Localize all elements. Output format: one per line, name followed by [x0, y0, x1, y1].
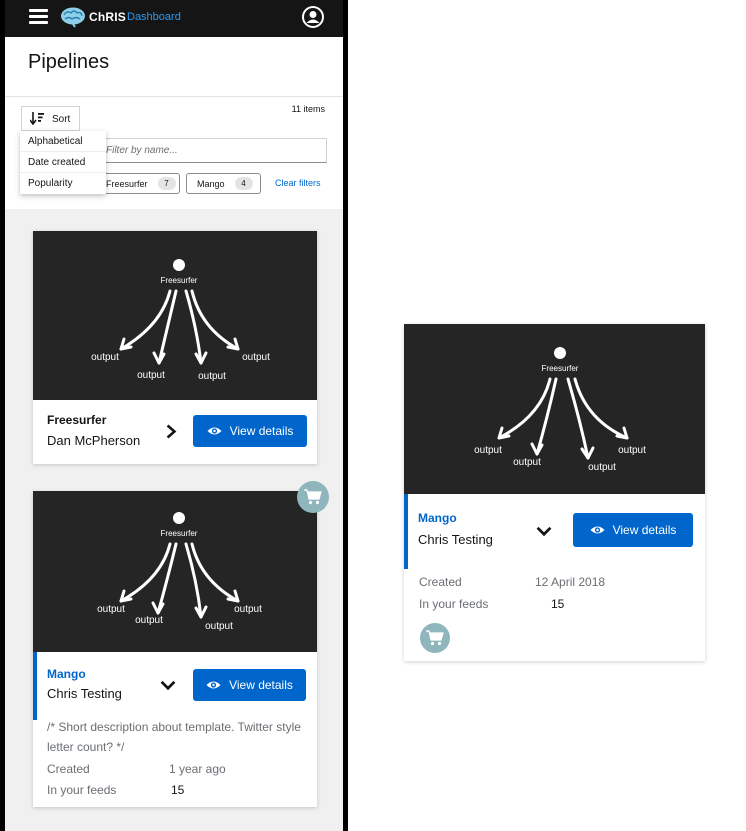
shopping-cart-icon [304, 489, 322, 505]
shopping-cart-icon [426, 630, 444, 646]
view-details-label: View details [612, 523, 677, 537]
cart-badge-button[interactable] [420, 623, 450, 653]
view-details-label: View details [229, 424, 294, 438]
output-label: output [135, 615, 163, 626]
output-label: output [618, 445, 646, 456]
chip-label: Freesurfer [106, 178, 148, 189]
page-header: Pipelines [5, 37, 343, 97]
root-node-label: Freesurfer [161, 529, 198, 538]
pipeline-graph-drawing: Freesurfer output output output output [91, 259, 270, 382]
output-label: output [242, 352, 270, 363]
output-label: output [513, 457, 541, 468]
view-details-button[interactable]: View details [193, 669, 306, 701]
sort-dropdown-menu: Alphabetical Date created Popularity [20, 131, 106, 194]
eye-icon [207, 427, 222, 435]
output-label: output [137, 370, 165, 381]
feeds-label: In your feeds [419, 597, 489, 611]
created-label: Created [419, 575, 462, 589]
eye-icon [590, 526, 605, 534]
card-title: Mango [418, 511, 457, 525]
user-avatar-icon[interactable] [301, 5, 325, 29]
brain-logo-icon [61, 7, 85, 28]
cart-badge-button[interactable] [297, 481, 329, 513]
sort-option-alphabetical[interactable]: Alphabetical [20, 131, 106, 152]
card-author: Dan McPherson [47, 433, 141, 448]
card-title: Freesurfer [47, 413, 107, 427]
sort-option-popularity[interactable]: Popularity [20, 173, 106, 194]
sort-amount-icon [30, 112, 44, 125]
output-label: output [234, 604, 262, 615]
feeds-value: 15 [551, 597, 565, 611]
pipeline-graph-drawing: Freesurfer output output output output [97, 512, 262, 632]
output-label: output [474, 445, 502, 456]
root-node-label: Freesurfer [161, 276, 198, 285]
chevron-down-icon[interactable] [535, 526, 553, 537]
pipeline-detail-card: Freesurfer output output output output M… [404, 324, 705, 661]
sort-option-date-created[interactable]: Date created [20, 152, 106, 173]
brand-name: ChRIS [89, 10, 126, 24]
output-label: output [588, 462, 616, 473]
brand-section: Dashboard [127, 11, 181, 23]
hamburger-menu-icon[interactable] [29, 9, 48, 25]
phone-frame: ChRIS Dashboard Pipelines Sort 11 items … [0, 0, 348, 831]
chevron-down-icon[interactable] [159, 680, 177, 691]
card-author: Chris Testing [47, 686, 122, 701]
chip-label: Mango [197, 178, 225, 189]
feeds-value: 15 [171, 783, 185, 797]
pipeline-graph-drawing: Freesurfer output output output output [474, 347, 646, 473]
view-details-button[interactable]: View details [193, 415, 307, 447]
top-nav: ChRIS Dashboard [5, 0, 343, 37]
view-details-label: View details [229, 678, 293, 692]
card-description: /* Short description about template. Twi… [47, 720, 301, 754]
chevron-right-icon[interactable] [165, 423, 177, 440]
created-label: Created [47, 762, 90, 776]
chip-count: 7 [157, 177, 176, 190]
output-label: output [198, 371, 226, 382]
filter-input[interactable] [91, 138, 327, 163]
card-title: Mango [47, 667, 86, 681]
items-count: 11 items [291, 104, 325, 114]
output-label: output [97, 604, 125, 615]
pipeline-card-freesurfer: Freesurfer output output output output F… [33, 231, 317, 464]
selected-accent-bar [33, 652, 37, 720]
pipeline-card-mango: Freesurfer output output output output M… [33, 491, 317, 807]
clear-filters-link[interactable]: Clear filters [275, 178, 321, 188]
phone-screen: ChRIS Dashboard Pipelines Sort 11 items … [5, 0, 343, 831]
pipeline-graph: Freesurfer output output output output [404, 324, 705, 494]
pipeline-graph: Freesurfer output output output output [33, 491, 317, 652]
created-value: 1 year ago [169, 762, 226, 776]
filter-chip-mango[interactable]: Mango 4 [186, 173, 261, 194]
chip-count: 4 [234, 177, 253, 190]
feeds-label: In your feeds [47, 783, 117, 797]
view-details-button[interactable]: View details [573, 513, 693, 547]
output-label: output [205, 621, 233, 632]
page-title: Pipelines [28, 51, 110, 73]
root-node-label: Freesurfer [542, 364, 579, 373]
created-value: 12 April 2018 [535, 575, 606, 589]
sort-button[interactable]: Sort [21, 106, 80, 131]
sort-label: Sort [52, 114, 71, 125]
output-label: output [91, 352, 119, 363]
pipeline-graph: Freesurfer output output output output [33, 231, 317, 400]
filter-chip-freesurfer[interactable]: Freesurfer 7 [95, 173, 180, 194]
selected-accent-bar [404, 494, 408, 569]
card-author: Chris Testing [418, 532, 493, 547]
eye-icon [206, 681, 221, 689]
